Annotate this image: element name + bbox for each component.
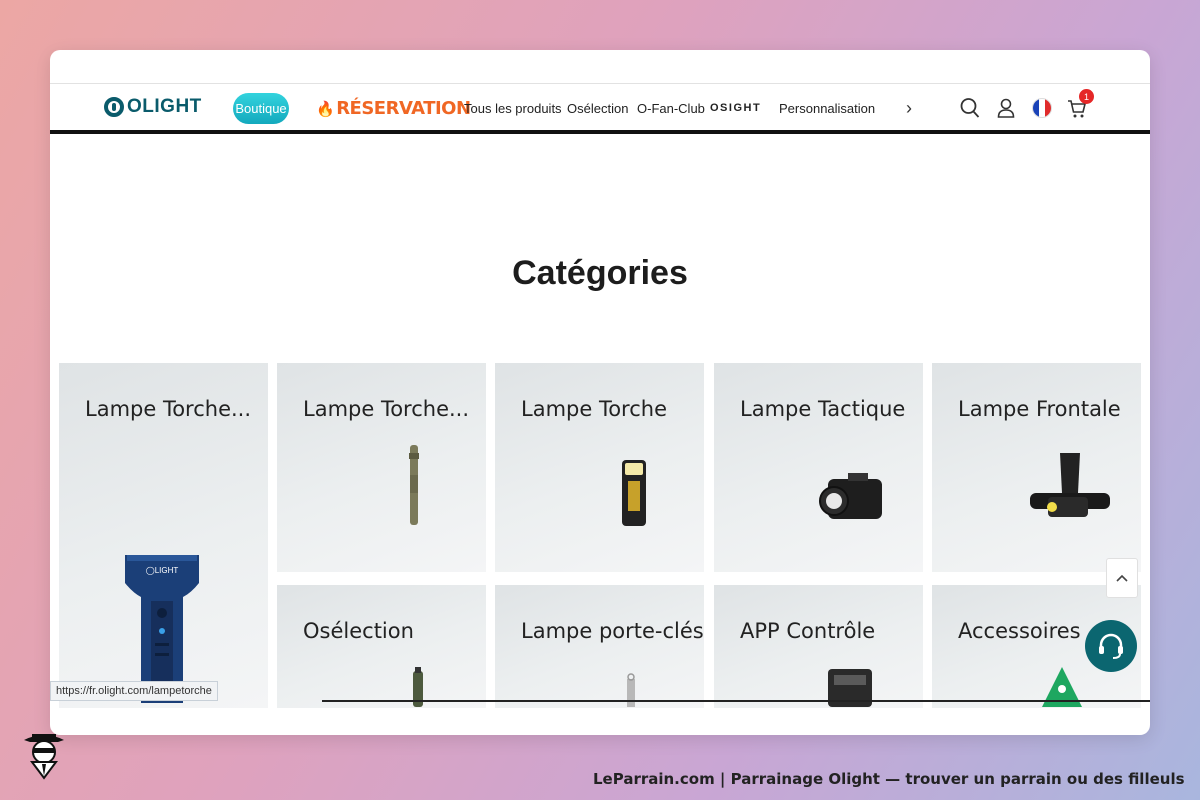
category-label: Lampe Torche... (85, 397, 252, 421)
category-card-lampe-porte-cles[interactable]: Lampe porte-clés (495, 585, 704, 708)
search-icon[interactable] (960, 97, 980, 124)
nav-link-o-fan-club[interactable]: O-Fan-Club (637, 101, 705, 116)
category-label: Lampe Torche (521, 397, 668, 421)
browser-window: OLIGHT Boutique 🔥 RÉSERVATION Tous les p… (50, 50, 1150, 735)
french-flag-icon[interactable] (1032, 98, 1052, 118)
category-card-lampe-tactique[interactable]: Lampe Tactique (714, 363, 923, 572)
nav-link-oselection[interactable]: Osélection (567, 101, 628, 116)
reservation-link[interactable]: 🔥 RÉSERVATION (316, 98, 471, 119)
top-strip (50, 50, 1150, 84)
tactical-light-image (819, 473, 882, 519)
category-card-lampe-torche-2[interactable]: Lampe Torche... (277, 363, 486, 572)
chevron-right-icon[interactable]: › (906, 98, 912, 119)
svg-text:◯LIGHT: ◯LIGHT (146, 566, 179, 575)
category-label: APP Contrôle (740, 619, 876, 643)
boutique-button[interactable]: Boutique (233, 93, 289, 124)
flashlight-image (409, 445, 419, 525)
headset-icon (1099, 633, 1123, 659)
cart-count-badge: 1 (1079, 89, 1094, 104)
scroll-to-top-button[interactable] (1106, 558, 1138, 598)
category-card-oselection[interactable]: Osélection (277, 585, 486, 708)
category-label: Lampe porte-clés (521, 619, 704, 643)
category-card-lampe-torche-3[interactable]: Lampe Torche (495, 363, 704, 572)
status-bar-url: https://fr.olight.com/lampetorche (50, 681, 218, 701)
category-card-lampe-torche-1[interactable]: Lampe Torche... ◯LIGHT (59, 363, 268, 708)
category-label: Lampe Frontale (958, 397, 1121, 421)
main-navbar: OLIGHT Boutique 🔥 RÉSERVATION Tous les p… (50, 84, 1150, 134)
nav-link-osight[interactable]: OSIGHT (710, 102, 761, 114)
category-label: Accessoires (958, 619, 1081, 643)
divider (322, 700, 1150, 702)
category-label: Lampe Torche... (303, 397, 470, 421)
nav-link-tous-les-produits[interactable]: Tous les produits (464, 101, 562, 116)
leparrain-mascot-logo (24, 734, 64, 780)
flashlight-image (622, 460, 646, 526)
chevron-up-icon (1116, 574, 1128, 582)
headlamp-image (1030, 453, 1110, 517)
flame-icon: 🔥 (316, 99, 335, 118)
footer-caption: LeParrain.com | Parrainage Olight — trou… (593, 770, 1185, 788)
category-card-app-controle[interactable]: APP Contrôle (714, 585, 923, 708)
page-title: Catégories (512, 254, 688, 292)
olight-logo-text: OLIGHT (127, 96, 202, 117)
user-icon[interactable] (997, 97, 1015, 124)
olight-logo-mark (104, 97, 124, 117)
category-label: Osélection (303, 619, 414, 643)
nav-link-personnalisation[interactable]: Personnalisation (779, 101, 875, 116)
olight-logo[interactable]: OLIGHT (104, 96, 202, 118)
reservation-label: RÉSERVATION (336, 98, 471, 119)
category-label: Lampe Tactique (740, 397, 906, 421)
support-chat-button[interactable] (1085, 620, 1137, 672)
category-card-lampe-frontale[interactable]: Lampe Frontale (932, 363, 1141, 572)
